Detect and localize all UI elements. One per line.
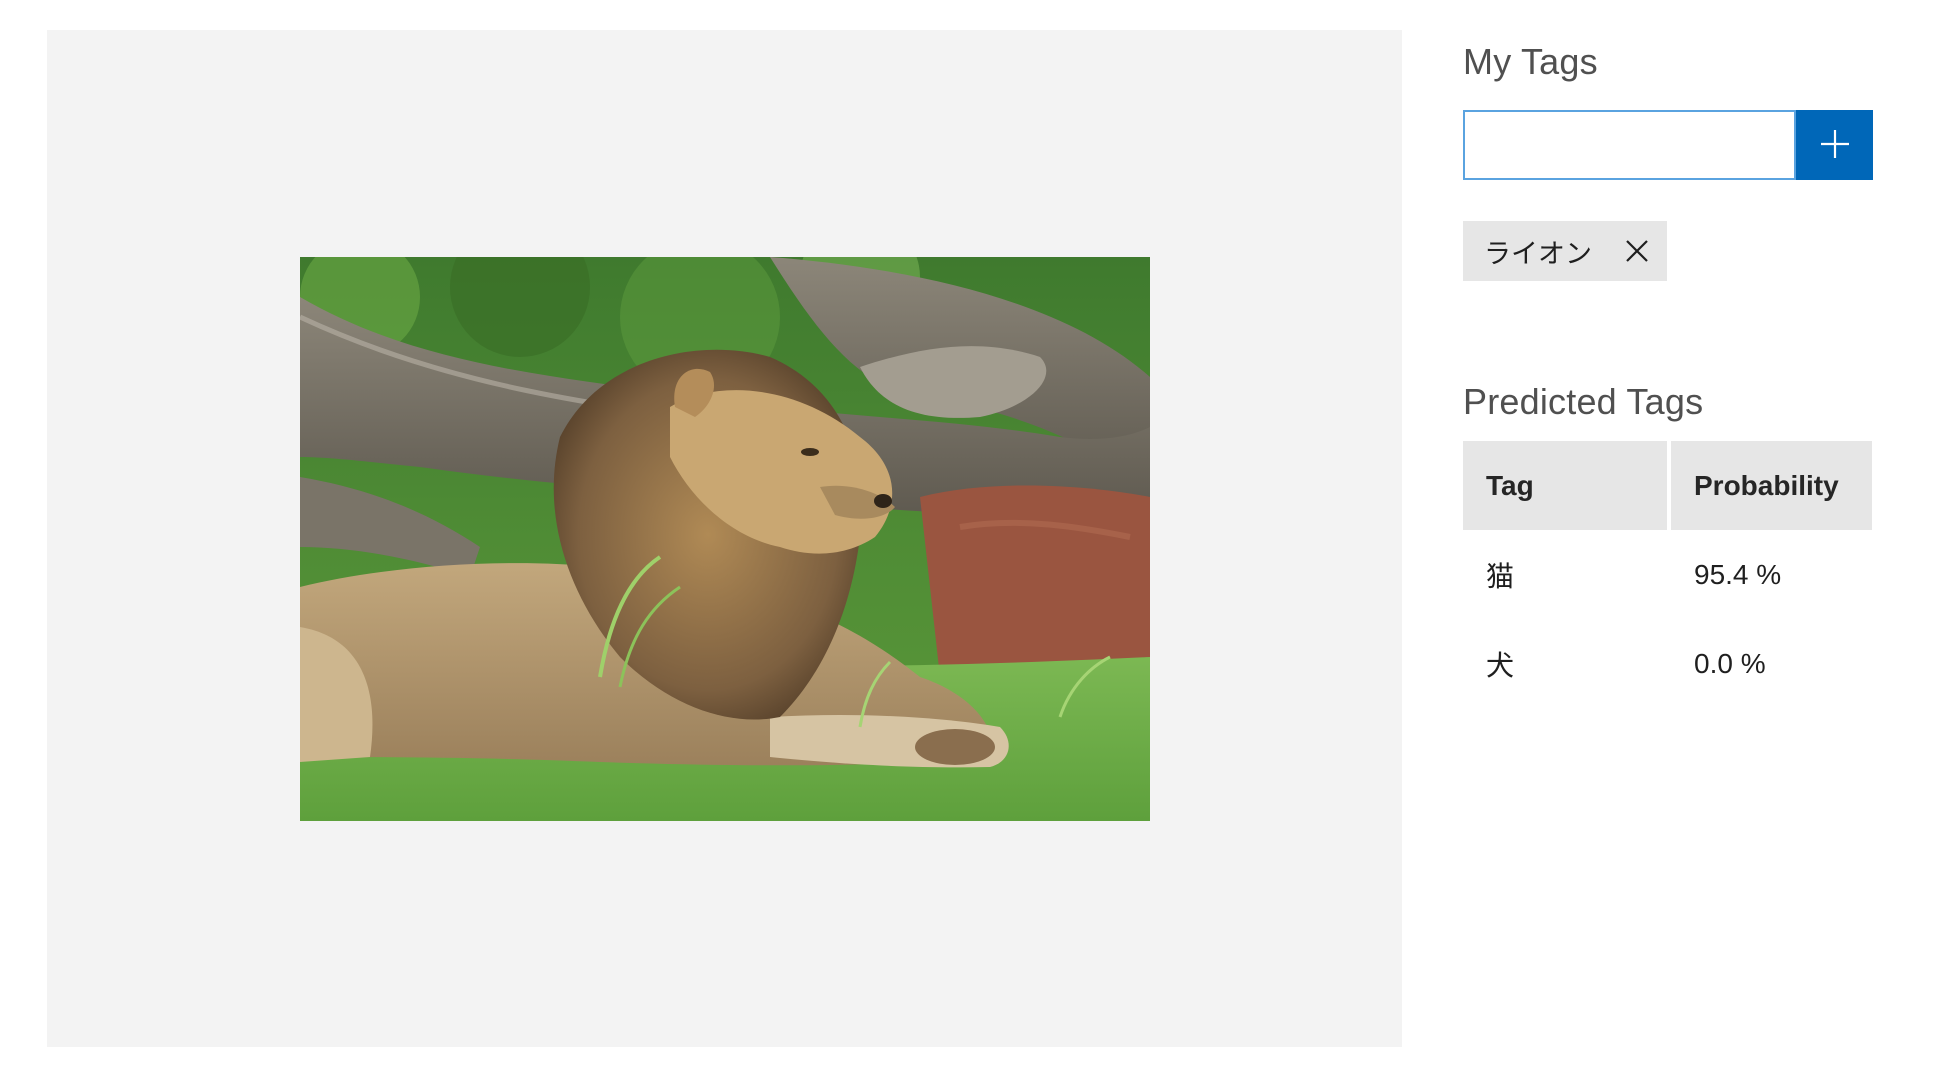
predicted-tags-table: Tag Probability 猫 95.4 % 犬 0.0 % [1459,441,1876,708]
table-row: 犬 0.0 % [1463,619,1872,708]
plus-icon [1820,129,1850,162]
tags-sidebar: My Tags ライオン Predicted Tags Tag Probabil… [1463,40,1883,682]
probability-cell: 0.0 % [1694,647,1766,679]
close-icon[interactable] [1622,236,1652,266]
my-tags-title: My Tags [1463,41,1598,82]
column-header-tag: Tag [1463,441,1667,530]
tag-input[interactable] [1463,110,1796,180]
tagging-page: My Tags ライオン Predicted Tags Tag Probabil… [0,0,1934,1088]
table-header-row: Tag Probability [1463,441,1872,530]
predicted-tags-title: Predicted Tags [1463,381,1704,422]
image-panel [47,30,1402,1047]
table-row: 猫 95.4 % [1463,530,1872,619]
tag-chip-label: ライオン [1484,238,1592,270]
tag-cell: 猫 [1486,559,1515,593]
tag-entry [1463,110,1873,180]
tag-chip: ライオン [1463,221,1667,281]
column-header-probability: Probability [1671,441,1872,530]
probability-cell: 95.4 % [1694,558,1782,590]
add-tag-button[interactable] [1796,110,1873,180]
lion-photo [300,257,1150,821]
tag-cell: 犬 [1486,648,1515,682]
